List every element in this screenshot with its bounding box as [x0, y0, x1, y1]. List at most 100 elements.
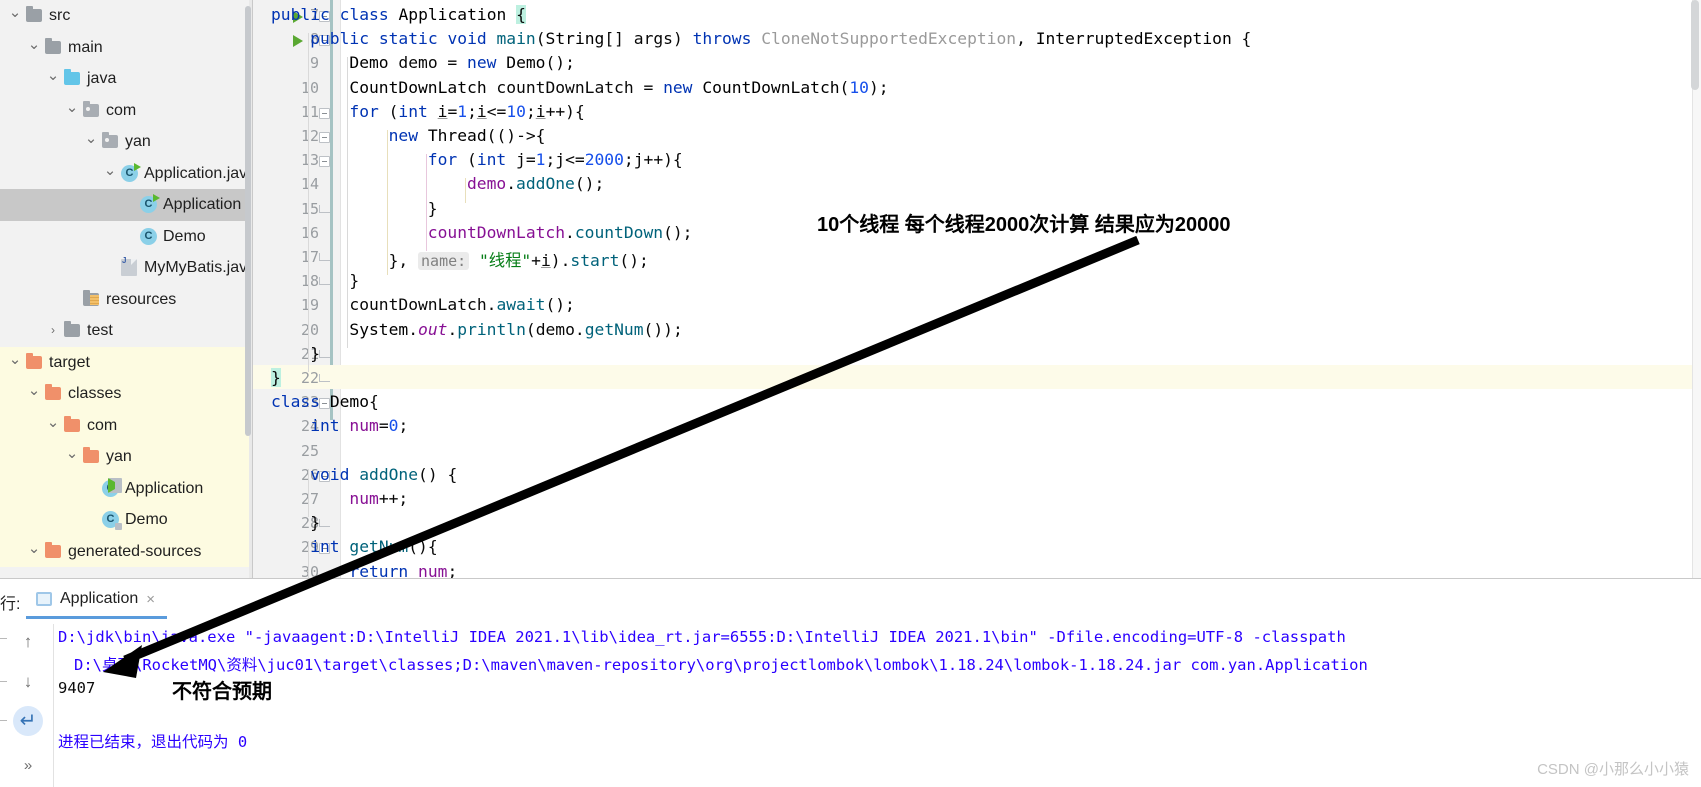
console-output[interactable]: D:\jdk\bin\java.exe "-javaagent:D:\Intel…: [58, 628, 1698, 787]
code-line-30[interactable]: return num;: [349, 562, 457, 578]
scope-indicator-bar: [330, 0, 333, 420]
tree-item-yan[interactable]: ⌄ yan: [0, 126, 249, 158]
tree-item-classes[interactable]: ⌄ classes: [0, 378, 249, 410]
tree-item-yan[interactable]: ⌄ yan: [0, 441, 249, 473]
indent-guide: [308, 541, 310, 578]
tree-item-resources[interactable]: resources: [0, 284, 249, 316]
run-panel-toolbar[interactable]: ↑ ↓ ↵ »: [0, 624, 54, 787]
fold-collapse-icon[interactable]: [319, 156, 330, 168]
chevron-down-icon[interactable]: ⌄: [46, 410, 60, 442]
fold-end-icon[interactable]: [319, 519, 330, 528]
console-line-3-result: 9407: [58, 679, 96, 697]
annotation-bottom-note: 不符合预期: [172, 681, 272, 703]
tree-scrollbar[interactable]: [245, 6, 251, 436]
code-line-18[interactable]: }: [349, 271, 359, 290]
tree-item-src[interactable]: ⌄ src: [0, 0, 249, 32]
code-line-12[interactable]: new Thread(()->{: [389, 126, 546, 145]
code-line-27[interactable]: num++;: [349, 489, 408, 508]
class-icon: C: [140, 221, 158, 253]
scroll-up-icon[interactable]: ↑: [16, 630, 40, 654]
code-line-15[interactable]: }: [428, 199, 438, 218]
tree-item-main[interactable]: ⌄ main: [0, 32, 249, 64]
code-line-20[interactable]: System.out.println(demo.getNum());: [349, 320, 682, 339]
code-line-10[interactable]: CountDownLatch countDownLatch = new Coun…: [349, 78, 888, 97]
gutter-border: [340, 0, 341, 578]
code-editor[interactable]: 7 8 9 10 11 12 13 14 15 16 17 18 19 20 21 22 23 24 25 26 27 2…: [253, 0, 1701, 578]
fold-end-icon[interactable]: [319, 374, 330, 382]
chevron-down-icon[interactable]: ⌄: [8, 347, 22, 379]
scroll-down-icon[interactable]: ↓: [16, 670, 40, 694]
project-tree-panel[interactable]: ⌄ src ⌄ main ⌄ java ⌄ com ⌄ yan ⌄ C Application.java…: [0, 0, 253, 578]
fold-end-icon[interactable]: [319, 253, 330, 261]
tree-item-application-java[interactable]: ⌄ C Application.java: [0, 158, 253, 190]
tree-item-mymybatis-java[interactable]: MyMyBatis.java: [0, 245, 253, 284]
code-line-14[interactable]: demo.addOne();: [467, 174, 604, 193]
toolbar-tick-2: [0, 681, 7, 682]
line-number: 15: [300, 199, 319, 218]
code-line-11[interactable]: for (int i=1;i<=10;i++){: [349, 102, 584, 121]
code-line-7[interactable]: public class Application {: [271, 5, 526, 24]
chevron-right-icon[interactable]: ›: [46, 315, 60, 347]
chevron-down-icon[interactable]: ⌄: [65, 95, 79, 127]
code-line-17[interactable]: }, name: "线程"+i).start();: [389, 247, 649, 271]
code-line-19[interactable]: countDownLatch.await();: [349, 295, 574, 314]
folder-icon: [64, 315, 82, 347]
line-number: 10: [300, 78, 319, 97]
tab-application[interactable]: Application ×: [26, 582, 165, 616]
chevron-down-icon[interactable]: ⌄: [27, 536, 41, 568]
chevron-down-icon[interactable]: ⌄: [103, 158, 117, 190]
code-line-13[interactable]: for (int j=1;j<=2000;j++){: [428, 150, 683, 169]
caret-line-highlight: [253, 365, 1701, 390]
java-file-icon: [121, 245, 139, 284]
code-line-8[interactable]: public static void main(String[] args) t…: [310, 29, 1251, 48]
fold-end-icon[interactable]: [319, 204, 330, 213]
tree-item-test[interactable]: › test: [0, 315, 249, 347]
run-config-icon: [36, 592, 52, 606]
code-line-16[interactable]: countDownLatch.countDown();: [428, 223, 693, 242]
line-number: 13: [300, 151, 319, 170]
tree-item-generated-sources[interactable]: ⌄ generated-sources: [0, 536, 249, 568]
fold-end-icon[interactable]: [319, 277, 330, 286]
code-line-26[interactable]: void addOne() {: [310, 465, 457, 484]
chevron-down-icon[interactable]: ⌄: [27, 378, 41, 410]
code-line-21[interactable]: }: [310, 344, 320, 363]
chevron-down-icon[interactable]: ⌄: [84, 126, 98, 158]
code-line-29[interactable]: int getNum(){: [310, 537, 437, 556]
tree-item-demo[interactable]: C Demo: [0, 504, 249, 536]
tree-item-application[interactable]: C Application: [0, 473, 249, 505]
line-number: 25: [300, 441, 319, 460]
tree-item-label: com: [87, 416, 118, 434]
line-number: 22: [300, 369, 319, 387]
tree-item-com[interactable]: ⌄ com: [0, 410, 249, 442]
chevron-down-icon[interactable]: ⌄: [65, 441, 79, 473]
code-line-24[interactable]: int num=0;: [310, 416, 408, 435]
code-line-22[interactable]: }: [271, 368, 281, 387]
editor-scrollbar[interactable]: [1691, 0, 1699, 90]
run-gutter-icon[interactable]: [293, 35, 303, 48]
code-line-9[interactable]: Demo demo = new Demo();: [349, 53, 575, 72]
line-number: 19: [300, 296, 319, 315]
fold-collapse-icon[interactable]: [319, 107, 330, 119]
tree-item-label: Application: [163, 196, 242, 213]
tree-item-target[interactable]: ⌄ target: [0, 347, 249, 379]
code-line-28[interactable]: }: [310, 513, 320, 532]
more-options-icon[interactable]: »: [16, 754, 40, 778]
line-number: 11: [300, 102, 319, 121]
tree-item-label: MyMyBatis.java: [144, 259, 253, 276]
tree-item-label: generated-sources: [68, 542, 202, 560]
tree-item-java[interactable]: ⌄ java: [0, 63, 249, 95]
tree-item-label: main: [68, 38, 103, 56]
indent-guide: [425, 154, 427, 251]
indent-guide: [308, 468, 310, 518]
soft-wrap-icon[interactable]: ↵: [13, 706, 43, 736]
tree-item-application[interactable]: C Application: [0, 189, 249, 221]
fold-collapse-icon[interactable]: [319, 132, 330, 143]
chevron-down-icon[interactable]: ⌄: [27, 32, 41, 64]
chevron-down-icon[interactable]: ⌄: [46, 63, 60, 95]
chevron-down-icon[interactable]: ⌄: [8, 0, 22, 32]
fold-end-icon[interactable]: [319, 349, 330, 358]
code-line-23[interactable]: class Demo{: [271, 392, 379, 411]
close-icon[interactable]: ×: [146, 591, 155, 608]
ide-window: ⌄ src ⌄ main ⌄ java ⌄ com ⌄ yan ⌄ C Application.java…: [0, 0, 1701, 787]
tree-item-com[interactable]: ⌄ com: [0, 95, 249, 127]
